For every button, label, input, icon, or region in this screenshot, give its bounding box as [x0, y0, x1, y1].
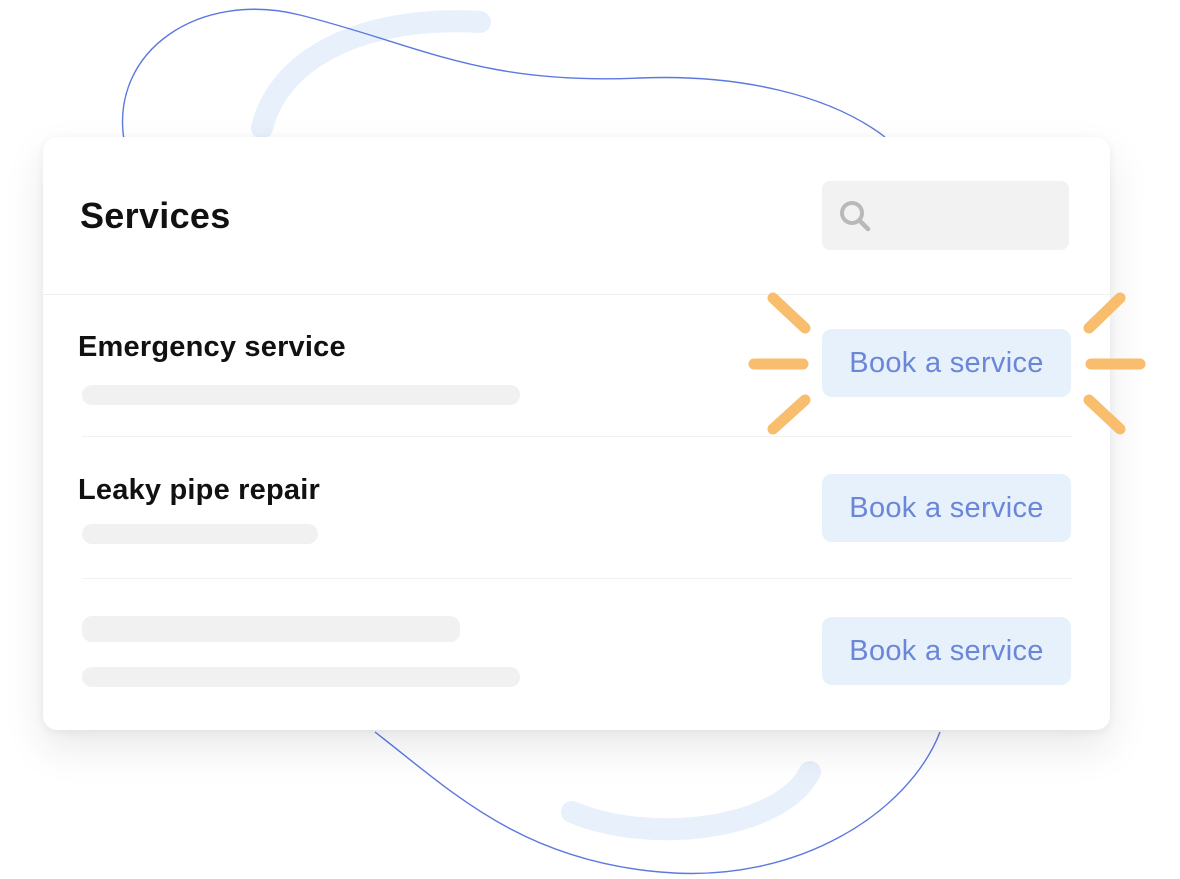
decorative-line-bottom	[374, 731, 941, 875]
title-placeholder	[82, 616, 460, 642]
stage: Services Emergency service Book a servic…	[0, 0, 1180, 879]
card-header: Services	[43, 137, 1110, 295]
page-title: Services	[80, 195, 231, 236]
description-placeholder	[82, 385, 520, 405]
list-item: Leaky pipe repair Book a service	[43, 437, 1110, 578]
services-card: Services Emergency service Book a servic…	[43, 137, 1110, 730]
book-service-button[interactable]: Book a service	[822, 474, 1071, 542]
decorative-arc-bottom	[561, 761, 821, 841]
description-placeholder	[82, 667, 520, 687]
book-service-button[interactable]: Book a service	[822, 329, 1071, 397]
list-item: Book a service	[43, 579, 1110, 730]
book-service-button[interactable]: Book a service	[822, 617, 1071, 685]
service-name: Leaky pipe repair	[78, 474, 320, 506]
list-item: Emergency service Book a service	[43, 294, 1110, 436]
search-icon	[840, 201, 871, 232]
description-placeholder	[82, 524, 318, 544]
search-input[interactable]	[822, 181, 1069, 250]
service-name: Emergency service	[78, 331, 346, 363]
decorative-arc-top	[251, 10, 491, 139]
decorative-line-top	[121, 8, 886, 141]
